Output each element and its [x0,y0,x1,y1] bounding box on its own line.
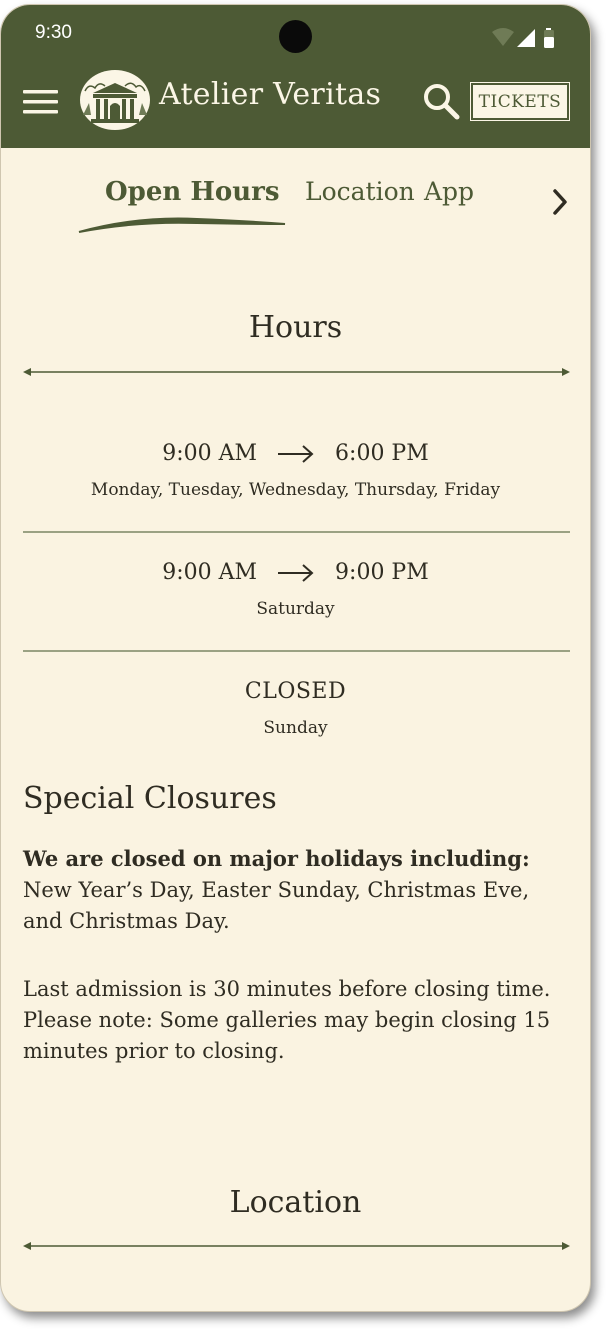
phone-screen: 9:30 Atelier Veritas TICKETS Open Hours … [0,4,591,1312]
hours-row-saturday: 9:00 AM 9:00 PM Saturday [1,560,590,619]
chevron-right-icon[interactable] [549,187,571,217]
location-title: Location [229,1185,362,1220]
battery-icon [544,28,554,48]
signal-icon [517,29,535,47]
holidays-paragraph: We are closed on major holidays includin… [23,843,563,937]
active-tab-underline [78,217,286,233]
row-divider [23,650,570,652]
status-time: 9:30 [35,22,72,43]
row-divider [23,531,570,533]
hours-row-sunday: CLOSED Sunday [1,679,590,738]
tab-location[interactable]: Location [305,177,415,206]
hours-row-weekdays: 9:00 AM 6:00 PM Monday, Tuesday, Wednesd… [1,441,590,500]
open-time: 9:00 AM [162,560,258,585]
search-icon[interactable] [421,81,461,121]
open-time: 9:00 AM [162,441,258,466]
days-label: Saturday [256,599,335,619]
tab-open-hours[interactable]: Open Hours [105,177,279,207]
special-closures-title: Special Closures [23,781,277,816]
close-time: 6:00 PM [335,441,429,466]
camera-cutout [279,20,312,53]
section-tabs: Open Hours Location App [1,165,590,245]
menu-icon[interactable] [23,89,59,115]
museum-logo-icon[interactable] [79,69,151,131]
tab-app[interactable]: App [424,177,474,206]
admission-note: Last admission is 30 minutes before clos… [23,977,551,1063]
hours-title: Hours [248,310,343,345]
wifi-icon [492,28,514,46]
days-label: Sunday [263,718,328,738]
status-icons [492,28,554,48]
tickets-button[interactable]: TICKETS [470,82,570,121]
arrow-right-icon [278,563,314,582]
arrow-right-icon [278,444,314,463]
holidays-list: New Year’s Day, Easter Sunday, Christmas… [23,878,530,933]
close-time: 9:00 PM [335,560,429,585]
location-divider [23,1242,570,1250]
closed-label: CLOSED [244,679,347,704]
brand-name[interactable]: Atelier Veritas [159,77,381,112]
hours-divider [23,368,570,376]
app-header: 9:30 Atelier Veritas TICKETS [1,5,590,148]
holidays-intro: We are closed on major holidays includin… [23,846,530,871]
days-label: Monday, Tuesday, Wednesday, Thursday, Fr… [90,480,501,500]
